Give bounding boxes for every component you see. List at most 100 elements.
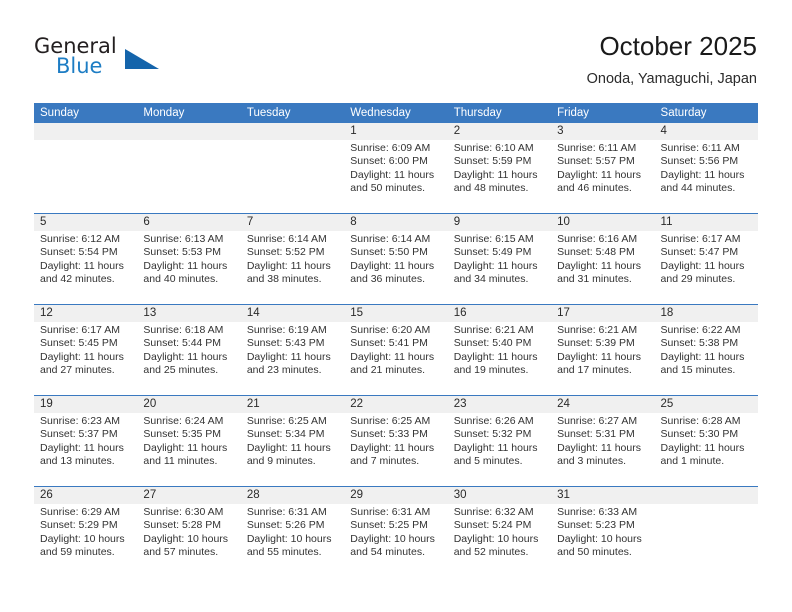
daylight-text-line1: Daylight: 11 hours xyxy=(350,259,435,272)
sunrise-text: Sunrise: 6:09 AM xyxy=(350,142,431,154)
calendar-page: General Blue October 2025 Onoda, Yamaguc… xyxy=(0,0,792,612)
daylight-text-line2: and 52 minutes. xyxy=(453,546,529,559)
day-number: 7 xyxy=(246,216,254,228)
day-number: 21 xyxy=(246,398,260,410)
sunset-text: Sunset: 5:49 PM xyxy=(453,246,532,259)
day-number: 29 xyxy=(350,489,364,501)
day-cell[interactable] xyxy=(137,123,240,213)
day-cell[interactable] xyxy=(241,123,344,213)
sunrise-text: Sunrise: 6:11 AM xyxy=(557,142,637,154)
sunrise-text: Sunrise: 6:14 AM xyxy=(246,233,327,245)
day-details: Sunrise: 6:10 AM Sunset: 5:59 PM Dayligh… xyxy=(454,140,545,196)
sunset-text: Sunset: 5:29 PM xyxy=(40,519,118,532)
daylight-text-line2: and 59 minutes. xyxy=(40,546,115,559)
day-cell[interactable]: 27 Sunrise: 6:30 AM Sunset: 5:28 PM Dayl… xyxy=(137,487,240,577)
day-cell[interactable]: 7 Sunrise: 6:14 AM Sunset: 5:52 PM Dayli… xyxy=(241,214,344,304)
calendar-grid: Sunday Monday Tuesday Wednesday Thursday… xyxy=(34,103,758,577)
day-number: 30 xyxy=(453,489,467,501)
day-cell[interactable]: 2 Sunrise: 6:10 AM Sunset: 5:59 PM Dayli… xyxy=(448,123,551,213)
sunrise-text: Sunrise: 6:33 AM xyxy=(557,506,638,518)
sunset-text: Sunset: 5:57 PM xyxy=(557,155,635,168)
sunrise-text: Sunrise: 6:16 AM xyxy=(557,233,638,245)
day-cell[interactable]: 18 Sunrise: 6:22 AM Sunset: 5:38 PM Dayl… xyxy=(655,305,758,395)
generalblue-logo[interactable]: General Blue xyxy=(34,34,214,84)
day-cell[interactable]: 10 Sunrise: 6:16 AM Sunset: 5:48 PM Dayl… xyxy=(551,214,654,304)
day-cell[interactable]: 14 Sunrise: 6:19 AM Sunset: 5:43 PM Dayl… xyxy=(241,305,344,395)
sunset-text: Sunset: 6:00 PM xyxy=(350,155,428,168)
daylight-text-line1: Daylight: 11 hours xyxy=(660,441,745,454)
day-number: 23 xyxy=(453,398,467,410)
day-cell[interactable]: 8 Sunrise: 6:14 AM Sunset: 5:50 PM Dayli… xyxy=(344,214,447,304)
sunset-text: Sunset: 5:52 PM xyxy=(246,246,325,259)
daylight-text-line1: Daylight: 11 hours xyxy=(453,350,538,363)
daylight-text-line2: and 1 minute. xyxy=(660,455,725,468)
day-details: Sunrise: 6:17 AM Sunset: 5:45 PM Dayligh… xyxy=(40,322,131,378)
day-cell[interactable]: 3 Sunrise: 6:11 AM Sunset: 5:57 PM Dayli… xyxy=(551,123,654,213)
daylight-text-line2: and 15 minutes. xyxy=(660,364,736,377)
day-details: Sunrise: 6:14 AM Sunset: 5:52 PM Dayligh… xyxy=(247,231,338,287)
day-cell[interactable]: 22 Sunrise: 6:25 AM Sunset: 5:33 PM Dayl… xyxy=(344,396,447,486)
day-cell[interactable]: 21 Sunrise: 6:25 AM Sunset: 5:34 PM Dayl… xyxy=(241,396,344,486)
daylight-text-line1: Daylight: 11 hours xyxy=(453,259,538,272)
sunrise-text: Sunrise: 6:14 AM xyxy=(350,233,431,245)
day-cell[interactable]: 19 Sunrise: 6:23 AM Sunset: 5:37 PM Dayl… xyxy=(34,396,137,486)
day-number: 2 xyxy=(453,125,461,137)
day-cell[interactable]: 16 Sunrise: 6:21 AM Sunset: 5:40 PM Dayl… xyxy=(448,305,551,395)
day-details: Sunrise: 6:19 AM Sunset: 5:43 PM Dayligh… xyxy=(247,322,338,378)
daylight-text-line2: and 9 minutes. xyxy=(246,455,316,468)
sunset-text: Sunset: 5:40 PM xyxy=(453,337,532,350)
sunrise-text: Sunrise: 6:18 AM xyxy=(143,324,224,336)
day-cell[interactable]: 31 Sunrise: 6:33 AM Sunset: 5:23 PM Dayl… xyxy=(551,487,654,577)
day-number: 6 xyxy=(143,216,150,228)
daylight-text-line2: and 31 minutes. xyxy=(557,273,632,286)
daylight-text-line1: Daylight: 11 hours xyxy=(246,350,331,363)
day-cell[interactable]: 28 Sunrise: 6:31 AM Sunset: 5:26 PM Dayl… xyxy=(241,487,344,577)
sunrise-text: Sunrise: 6:26 AM xyxy=(453,415,534,427)
daylight-text-line2: and 55 minutes. xyxy=(246,546,322,559)
daylight-text-line1: Daylight: 11 hours xyxy=(143,441,228,454)
day-cell[interactable]: 4 Sunrise: 6:11 AM Sunset: 5:56 PM Dayli… xyxy=(655,123,758,213)
sunrise-text: Sunrise: 6:21 AM xyxy=(453,324,534,336)
day-cell[interactable]: 20 Sunrise: 6:24 AM Sunset: 5:35 PM Dayl… xyxy=(137,396,240,486)
logo-triangle-icon xyxy=(125,49,159,69)
day-number: 9 xyxy=(453,216,461,228)
sunset-text: Sunset: 5:53 PM xyxy=(143,246,222,259)
day-details: Sunrise: 6:27 AM Sunset: 5:31 PM Dayligh… xyxy=(557,413,648,469)
sunset-text: Sunset: 5:26 PM xyxy=(246,519,325,532)
daylight-text-line2: and 19 minutes. xyxy=(453,364,529,377)
day-number xyxy=(40,123,131,140)
day-cell[interactable]: 9 Sunrise: 6:15 AM Sunset: 5:49 PM Dayli… xyxy=(448,214,551,304)
day-details: Sunrise: 6:31 AM Sunset: 5:26 PM Dayligh… xyxy=(247,504,338,560)
day-cell[interactable]: 13 Sunrise: 6:18 AM Sunset: 5:44 PM Dayl… xyxy=(137,305,240,395)
day-cell[interactable]: 26 Sunrise: 6:29 AM Sunset: 5:29 PM Dayl… xyxy=(34,487,137,577)
day-number: 20 xyxy=(143,398,157,410)
day-number: 27 xyxy=(143,489,157,501)
day-cell[interactable]: 30 Sunrise: 6:32 AM Sunset: 5:24 PM Dayl… xyxy=(448,487,551,577)
sunset-text: Sunset: 5:56 PM xyxy=(660,155,739,168)
sunrise-text: Sunrise: 6:28 AM xyxy=(660,415,741,427)
day-cell[interactable]: 15 Sunrise: 6:20 AM Sunset: 5:41 PM Dayl… xyxy=(344,305,447,395)
day-cell[interactable] xyxy=(655,487,758,577)
day-cell[interactable]: 11 Sunrise: 6:17 AM Sunset: 5:47 PM Dayl… xyxy=(655,214,758,304)
sunset-text: Sunset: 5:32 PM xyxy=(453,428,532,441)
sunrise-text: Sunrise: 6:20 AM xyxy=(350,324,431,336)
daylight-text-line1: Daylight: 10 hours xyxy=(143,532,229,545)
day-cell[interactable]: 25 Sunrise: 6:28 AM Sunset: 5:30 PM Dayl… xyxy=(655,396,758,486)
week-row: 19 Sunrise: 6:23 AM Sunset: 5:37 PM Dayl… xyxy=(34,395,758,486)
day-cell[interactable]: 29 Sunrise: 6:31 AM Sunset: 5:25 PM Dayl… xyxy=(344,487,447,577)
day-cell[interactable]: 23 Sunrise: 6:26 AM Sunset: 5:32 PM Dayl… xyxy=(448,396,551,486)
daylight-text-line1: Daylight: 11 hours xyxy=(350,350,435,363)
day-cell[interactable]: 12 Sunrise: 6:17 AM Sunset: 5:45 PM Dayl… xyxy=(34,305,137,395)
day-cell[interactable]: 24 Sunrise: 6:27 AM Sunset: 5:31 PM Dayl… xyxy=(551,396,654,486)
day-details: Sunrise: 6:23 AM Sunset: 5:37 PM Dayligh… xyxy=(40,413,131,469)
day-cell[interactable]: 5 Sunrise: 6:12 AM Sunset: 5:54 PM Dayli… xyxy=(34,214,137,304)
daylight-text-line2: and 40 minutes. xyxy=(143,273,219,286)
daylight-text-line1: Daylight: 10 hours xyxy=(557,532,642,545)
sunset-text: Sunset: 5:54 PM xyxy=(40,246,118,259)
day-cell[interactable]: 6 Sunrise: 6:13 AM Sunset: 5:53 PM Dayli… xyxy=(137,214,240,304)
day-cell[interactable]: 1 Sunrise: 6:09 AM Sunset: 6:00 PM Dayli… xyxy=(344,123,447,213)
day-number: 3 xyxy=(557,125,564,137)
day-cell[interactable]: 17 Sunrise: 6:21 AM Sunset: 5:39 PM Dayl… xyxy=(551,305,654,395)
daylight-text-line2: and 11 minutes. xyxy=(143,455,218,468)
day-cell[interactable] xyxy=(34,123,137,213)
